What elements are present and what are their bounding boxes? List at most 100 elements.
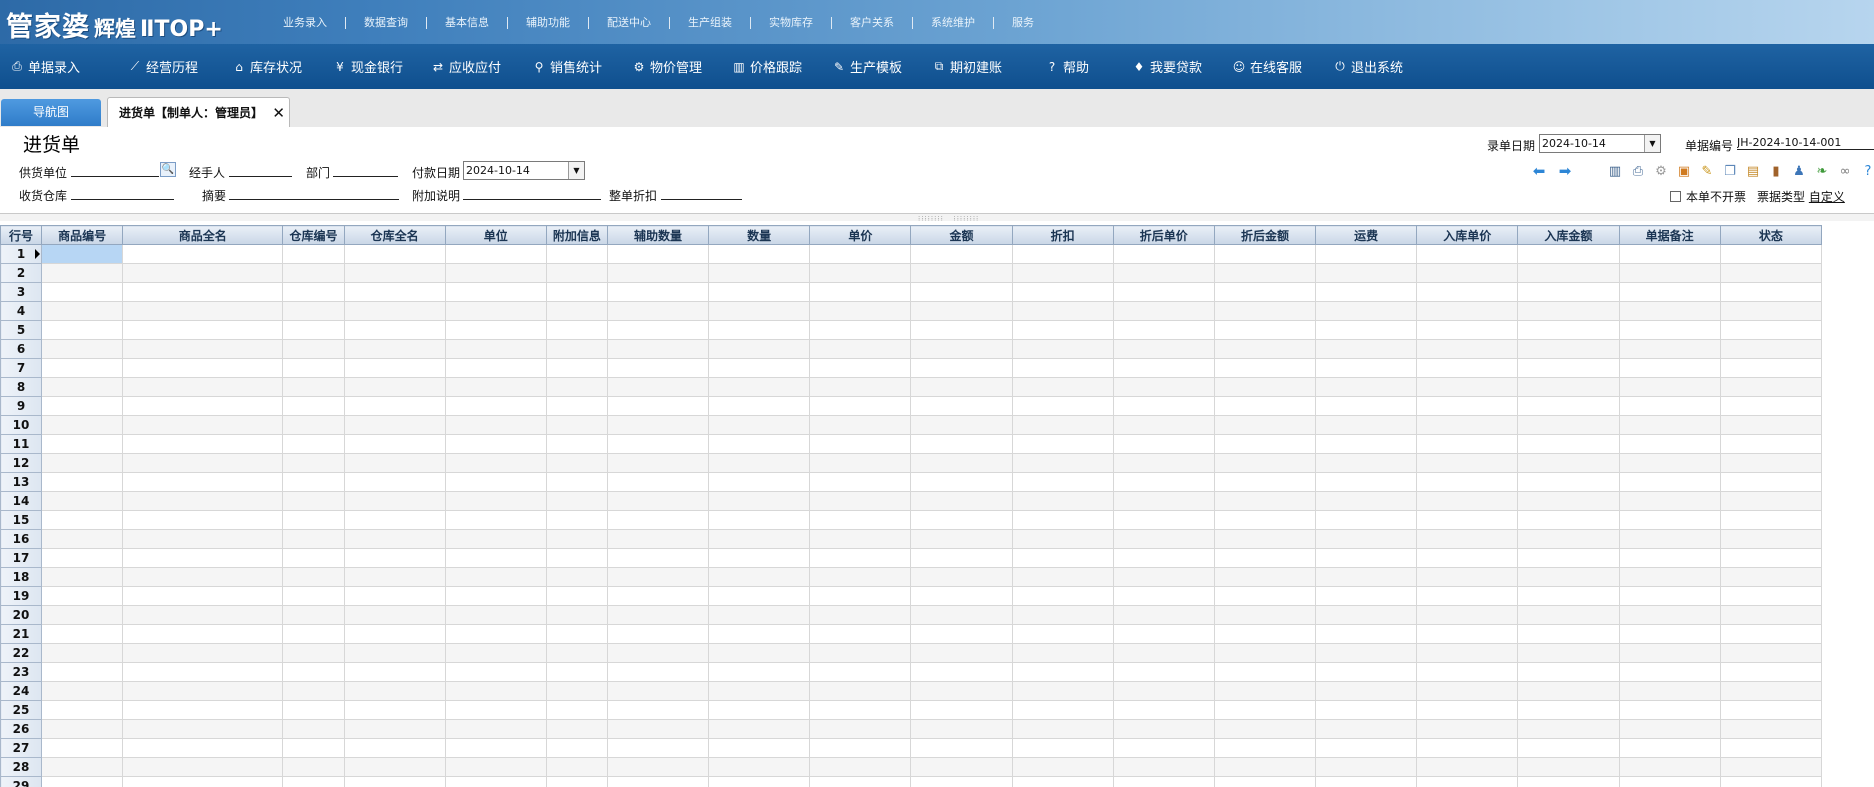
table-cell[interactable] <box>708 719 811 739</box>
table-cell[interactable] <box>41 434 124 454</box>
table-row[interactable]: 24 <box>0 681 1822 701</box>
table-cell[interactable] <box>122 396 284 416</box>
table-cell[interactable] <box>122 605 284 625</box>
table-cell[interactable] <box>444 719 547 739</box>
table-cell[interactable] <box>41 491 124 511</box>
table-cell[interactable] <box>606 643 710 663</box>
table-cell[interactable] <box>606 700 710 720</box>
table-cell[interactable] <box>1719 757 1822 777</box>
table-cell[interactable] <box>910 358 1013 378</box>
top-menu-item[interactable]: 实物库存 <box>751 17 832 29</box>
table-cell[interactable] <box>1517 567 1620 587</box>
table-cell[interactable] <box>910 605 1013 625</box>
table-cell[interactable] <box>606 282 710 302</box>
table-cell[interactable] <box>1112 605 1215 625</box>
table-cell[interactable] <box>545 738 608 758</box>
table-cell[interactable] <box>1112 491 1215 511</box>
table-cell[interactable] <box>1112 700 1215 720</box>
department-input[interactable] <box>333 163 398 177</box>
table-cell[interactable] <box>343 776 446 787</box>
table-cell[interactable] <box>1618 510 1721 530</box>
table-cell[interactable] <box>1416 282 1519 302</box>
table-cell[interactable] <box>1011 358 1114 378</box>
table-cell[interactable] <box>1213 548 1317 568</box>
table-cell[interactable] <box>1213 491 1317 511</box>
table-cell[interactable] <box>809 339 912 359</box>
table-cell[interactable] <box>1315 244 1418 264</box>
table-cell[interactable] <box>809 548 912 568</box>
table-cell[interactable] <box>545 700 608 720</box>
table-cell[interactable] <box>282 529 345 549</box>
table-cell[interactable] <box>708 396 811 416</box>
table-cell[interactable] <box>910 510 1013 530</box>
column-header[interactable]: 数量 <box>708 225 811 245</box>
table-cell[interactable] <box>708 529 811 549</box>
table-cell[interactable] <box>910 643 1013 663</box>
table-cell[interactable] <box>1315 776 1418 787</box>
table-cell[interactable] <box>1517 301 1620 321</box>
table-cell[interactable] <box>708 605 811 625</box>
table-cell[interactable] <box>1213 567 1317 587</box>
table-cell[interactable] <box>545 358 608 378</box>
table-row[interactable]: 25 <box>0 700 1822 720</box>
table-cell[interactable] <box>1213 662 1317 682</box>
top-menu-item[interactable]: 系统维护 <box>913 17 994 29</box>
table-cell[interactable] <box>1315 415 1418 435</box>
table-cell[interactable] <box>1315 453 1418 473</box>
table-row[interactable]: 18 <box>0 567 1822 587</box>
table-cell[interactable] <box>1315 491 1418 511</box>
table-cell[interactable] <box>1517 510 1620 530</box>
table-row[interactable]: 28 <box>0 757 1822 777</box>
table-cell[interactable] <box>1618 415 1721 435</box>
table-cell[interactable] <box>809 434 912 454</box>
table-cell[interactable] <box>1011 567 1114 587</box>
table-cell[interactable] <box>1719 301 1822 321</box>
table-cell[interactable] <box>1213 415 1317 435</box>
table-cell[interactable] <box>545 586 608 606</box>
table-cell[interactable] <box>809 605 912 625</box>
table-cell[interactable] <box>1315 263 1418 283</box>
copy-icon[interactable]: ❐ <box>1722 163 1738 179</box>
edit-icon[interactable]: ✎ <box>1699 163 1715 179</box>
discount-input[interactable] <box>661 186 742 200</box>
table-cell[interactable] <box>708 700 811 720</box>
table-cell[interactable] <box>343 548 446 568</box>
link-icon[interactable]: ∞ <box>1837 163 1853 179</box>
table-cell[interactable] <box>1517 757 1620 777</box>
table-cell[interactable] <box>606 301 710 321</box>
table-cell[interactable] <box>910 320 1013 340</box>
table-cell[interactable] <box>122 358 284 378</box>
table-cell[interactable] <box>444 510 547 530</box>
table-cell[interactable] <box>1416 453 1519 473</box>
nav-item-9[interactable]: ⧉ 期初建账 <box>932 57 1045 76</box>
table-cell[interactable] <box>1618 738 1721 758</box>
table-cell[interactable] <box>282 681 345 701</box>
table-cell[interactable] <box>1517 700 1620 720</box>
table-cell[interactable] <box>1719 244 1822 264</box>
table-cell[interactable] <box>444 586 547 606</box>
table-cell[interactable] <box>343 605 446 625</box>
table-cell[interactable] <box>1517 263 1620 283</box>
table-cell[interactable] <box>1719 263 1822 283</box>
table-cell[interactable] <box>1112 643 1215 663</box>
table-cell[interactable] <box>41 624 124 644</box>
table-cell[interactable] <box>282 605 345 625</box>
table-cell[interactable] <box>910 415 1013 435</box>
table-cell[interactable] <box>1315 320 1418 340</box>
table-cell[interactable] <box>343 377 446 397</box>
table-cell[interactable] <box>444 700 547 720</box>
table-cell[interactable] <box>1416 586 1519 606</box>
tab-navigation-map[interactable]: 导航图 <box>1 99 101 126</box>
table-cell[interactable] <box>1011 624 1114 644</box>
table-cell[interactable] <box>1416 434 1519 454</box>
table-cell[interactable] <box>910 453 1013 473</box>
table-cell[interactable] <box>1011 263 1114 283</box>
table-cell[interactable] <box>282 586 345 606</box>
column-header[interactable]: 折后单价 <box>1112 225 1215 245</box>
table-cell[interactable] <box>1517 320 1620 340</box>
table-cell[interactable] <box>41 339 124 359</box>
table-cell[interactable] <box>1011 700 1114 720</box>
supplier-input[interactable] <box>71 163 159 177</box>
column-header[interactable]: 入库单价 <box>1416 225 1519 245</box>
table-cell[interactable] <box>1416 776 1519 787</box>
